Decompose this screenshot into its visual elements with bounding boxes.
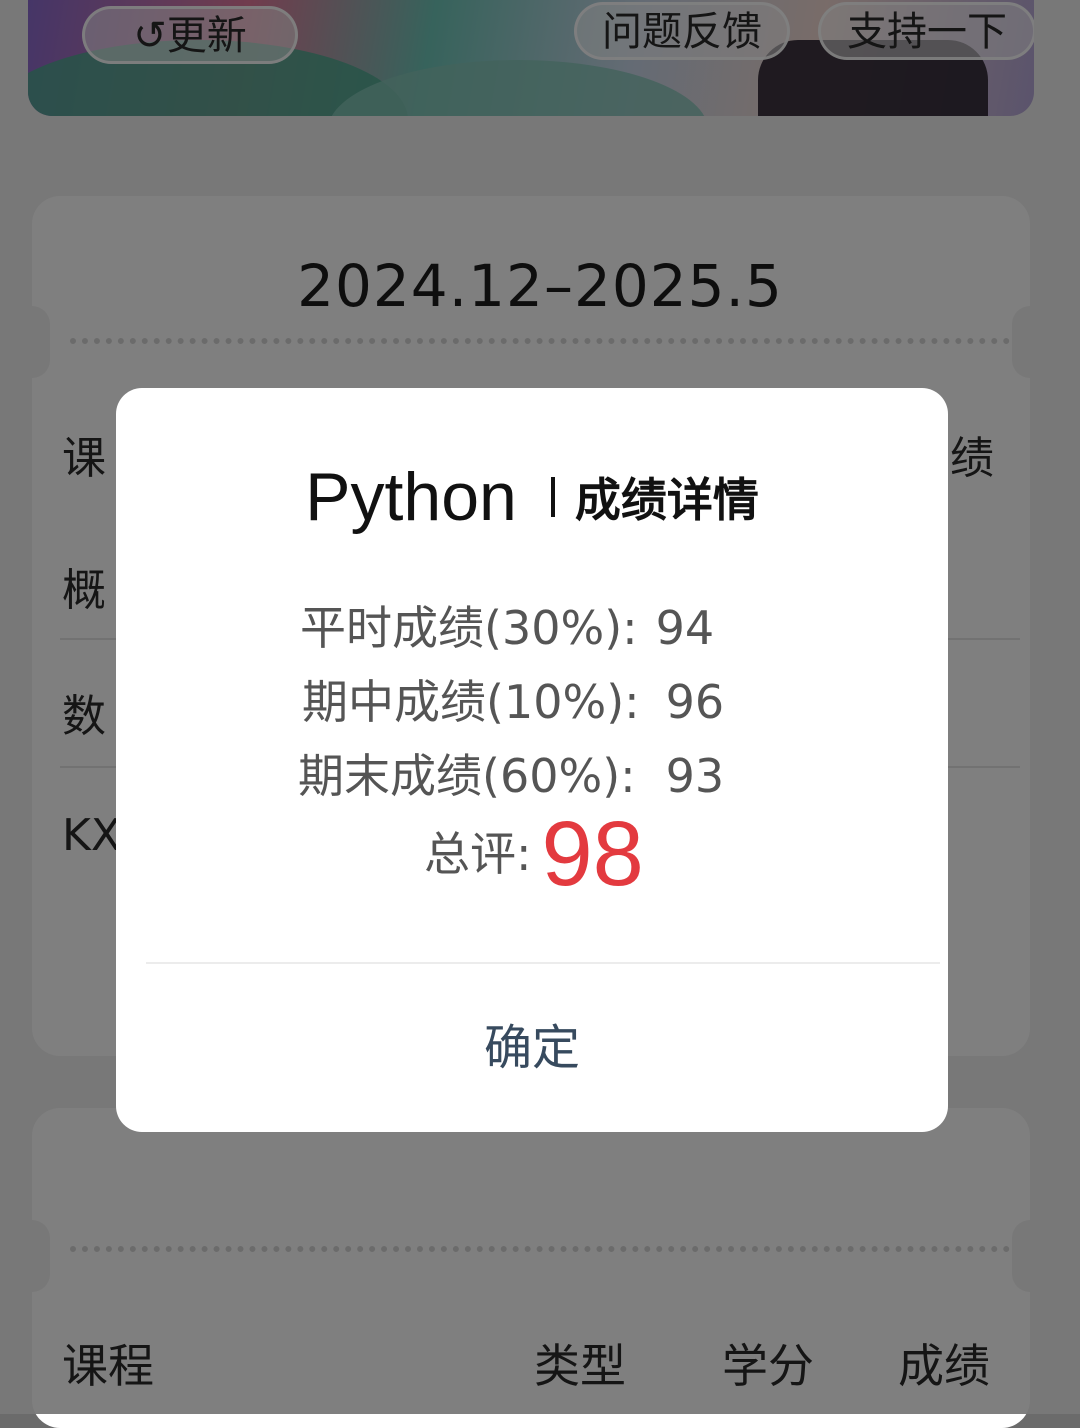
score-detail-dialog: Python 成绩详情 平时成绩(30%): 94 期中成绩(10%): 96 期末成… xyxy=(116,388,948,1132)
dialog-subtitle: 成绩详情 xyxy=(574,473,759,527)
final-score-line: 期末成绩(60%): 93 xyxy=(298,740,724,806)
confirm-button[interactable]: 确定 xyxy=(116,964,948,1132)
score-label: 期中成绩(10%): xyxy=(302,675,640,729)
dialog-title: Python 成绩详情 xyxy=(116,458,948,536)
score-value: 94 xyxy=(655,601,715,655)
course-name: Python xyxy=(305,459,517,535)
total-score-value: 98 xyxy=(541,803,644,905)
score-value: 96 xyxy=(665,675,725,729)
midterm-score-line: 期中成绩(10%): 96 xyxy=(302,666,724,732)
score-value: 93 xyxy=(665,749,725,803)
title-divider xyxy=(550,477,555,517)
regular-score-line: 平时成绩(30%): 94 xyxy=(300,592,714,658)
score-label: 期末成绩(60%): xyxy=(298,749,636,803)
total-score-label: 总评: xyxy=(424,827,532,881)
score-label: 平时成绩(30%): xyxy=(300,601,638,655)
total-score: 总评: 98 xyxy=(424,808,644,900)
